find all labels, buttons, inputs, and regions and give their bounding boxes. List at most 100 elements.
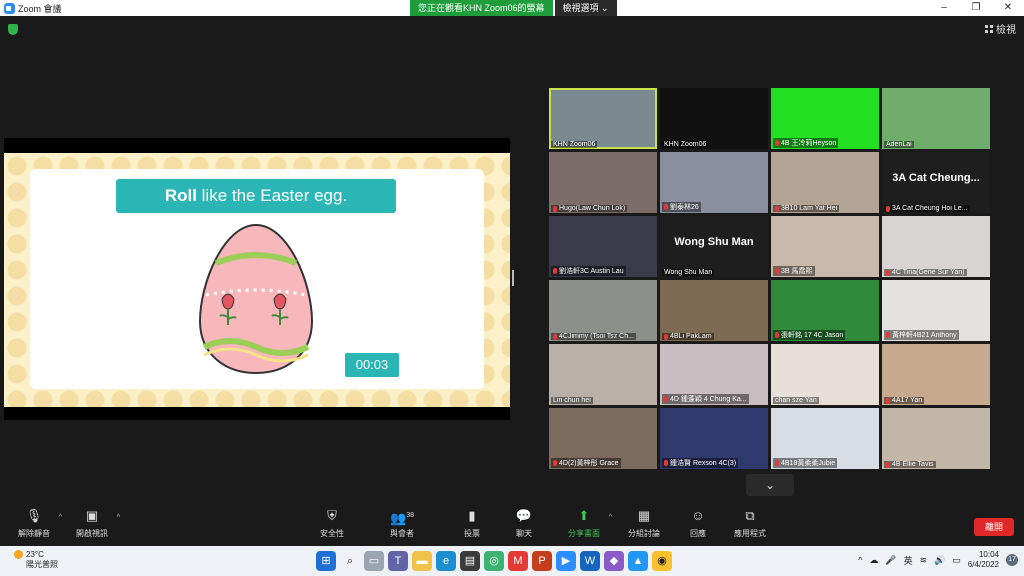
mic-muted-icon [553, 460, 557, 466]
participant-tile[interactable]: 3A Cat Cheung... 3A Cat Cheung Hoi Le... [882, 152, 990, 213]
battery-icon[interactable]: ▭ [952, 555, 961, 566]
participant-name-label: 4B Ellie Tavis [884, 461, 936, 468]
unmute-button[interactable]: 🎙 解除靜音 ^ [4, 506, 64, 539]
close-button[interactable]: ✕ [992, 0, 1024, 16]
view-options-button[interactable]: 檢視選項 ⌄ [554, 0, 617, 16]
participant-name-label: 4B18黃柔柔Jubie [773, 458, 838, 468]
mic-muted-icon [664, 204, 668, 210]
chat-button[interactable]: 💬 聊天 [494, 506, 554, 539]
edge-icon[interactable]: e [436, 551, 456, 571]
participant-tile[interactable]: 劉泰林26 [660, 152, 768, 213]
reactions-label: 回應 [690, 529, 706, 538]
participant-tile[interactable]: AdenLai [882, 88, 990, 149]
participant-tile[interactable]: 3B10 Lam Yat Hei [771, 152, 879, 213]
bar-chart-icon: ▮ [468, 508, 476, 523]
participant-tile[interactable]: Hugo(Law Chun Lok) [549, 152, 657, 213]
wifi-icon[interactable]: ≋ [920, 555, 928, 566]
search-icon[interactable]: ⌕ [340, 551, 360, 571]
share-screen-icon: ⬆ [578, 508, 590, 523]
word-icon[interactable]: W [580, 551, 600, 571]
apps-label: 應用程式 [734, 529, 766, 538]
zoom-taskbar-icon[interactable]: ▶ [556, 551, 576, 571]
participant-display-name: 3A Cat Cheung... [892, 172, 980, 184]
participant-tile[interactable]: 鍾浩賢 Rexson 4C(3) [660, 408, 768, 469]
mic-muted-icon [886, 205, 890, 212]
share-screen-button[interactable]: ⬆ 分享畫面 ^ [554, 506, 614, 539]
participant-name-label: Lin chun hei [551, 397, 593, 404]
ime-indicator[interactable]: 英 [904, 554, 913, 567]
participant-tile[interactable]: 劉浩軒3C Austin Lau [549, 216, 657, 277]
reactions-button[interactable]: ☺ 回應 [668, 506, 728, 539]
participant-tile[interactable]: Lin chun hei [549, 344, 657, 405]
leave-button[interactable]: 離開 [974, 518, 1014, 536]
weather-widget[interactable]: 23°C 陽光普照 [14, 550, 58, 570]
app-icon[interactable]: ◆ [604, 551, 624, 571]
participant-tile[interactable]: 4BLi PakLam [660, 280, 768, 341]
minimize-button[interactable]: – [928, 0, 960, 16]
mic-muted-icon [553, 268, 557, 274]
participant-tile[interactable]: 4CJimmy (Tsoi Tsz Ch... [549, 280, 657, 341]
participant-tile[interactable]: 4A17 Yan [882, 344, 990, 405]
participant-name: 張軒銘 17 4C Jason [781, 332, 844, 339]
task-view-icon[interactable]: ▭ [364, 551, 384, 571]
chrome-icon[interactable]: ◉ [652, 551, 672, 571]
apps-button[interactable]: ⧉ 應用程式 [720, 506, 780, 539]
grid-view-icon [985, 24, 993, 33]
participant-name: KHN Zoom06 [664, 141, 707, 148]
breakout-rooms-button[interactable]: ▦ 分組討論 [614, 506, 674, 539]
notification-badge[interactable]: 17 [1006, 554, 1018, 566]
participant-tile[interactable]: 4D 鍾蓬穎 4 Chung Ka... [660, 344, 768, 405]
start-video-button[interactable]: ▣ 開啟視訊 ^ [62, 506, 122, 539]
participant-tile[interactable]: chan sze Yan [771, 344, 879, 405]
file-explorer-icon[interactable]: ▬ [412, 551, 432, 571]
microphone-icon[interactable]: 🎤 [885, 555, 896, 566]
cloud-icon[interactable]: ☁ [869, 555, 878, 566]
participant-name-label: 3B10 Lam Yat Hei [773, 205, 840, 212]
participant-tile[interactable]: 3B 馬喬熙 [771, 216, 879, 277]
volume-icon[interactable]: 🔊 [934, 555, 945, 566]
clock[interactable]: 10:04 6/4/2022 [968, 550, 999, 570]
participant-tile[interactable]: KHN Zoom06 [660, 88, 768, 149]
participant-name: KHN Zoom06 [553, 141, 596, 148]
mcafee-icon[interactable]: M [508, 551, 528, 571]
participant-name: AdenLai [886, 141, 912, 148]
participant-tile[interactable]: 4B18黃柔柔Jubie [771, 408, 879, 469]
participant-tile[interactable]: 4C Tina(Gene Sur Yan) [882, 216, 990, 277]
chat-label: 聊天 [516, 529, 532, 538]
participant-tile[interactable]: Wong Shu Man Wong Shu Man [660, 216, 768, 277]
mic-muted-icon [664, 396, 668, 402]
panel-resize-handle[interactable] [512, 270, 514, 286]
participant-tile[interactable]: 4D(2)黃梓彤 Grace [549, 408, 657, 469]
chevron-up-icon[interactable]: ^ [858, 555, 862, 565]
view-button[interactable]: 檢視 [985, 21, 1016, 36]
slide-title: Roll like the Easter egg. [116, 179, 396, 213]
participant-tile[interactable]: 4B 王冷莉Heyson [771, 88, 879, 149]
windows-start-icon[interactable]: ⊞ [316, 551, 336, 571]
gallery-scroll-down-button[interactable]: ⌄ [746, 474, 794, 496]
participant-name: 4D(2)黃梓彤 Grace [559, 460, 619, 467]
polls-label: 投票 [464, 529, 480, 538]
polls-button[interactable]: ▮ 投票 [442, 506, 502, 539]
mic-muted-icon [886, 397, 890, 404]
caret-up-icon[interactable]: ^ [609, 514, 612, 521]
maximize-button[interactable]: ❐ [960, 0, 992, 16]
caret-up-icon[interactable]: ^ [117, 514, 120, 521]
participant-tile[interactable]: 黃梓軒4B21 Anthony [882, 280, 990, 341]
weather-desc: 陽光普照 [26, 560, 58, 569]
security-button[interactable]: ⛨ 安全性 [302, 506, 362, 539]
mic-muted-icon [775, 140, 779, 146]
participant-name: 4C Tina(Gene Sur Yan) [892, 269, 965, 276]
participants-button[interactable]: 👥38 與會者 [372, 506, 432, 539]
participant-tile[interactable]: 4B Ellie Tavis [882, 408, 990, 469]
store-icon[interactable]: ▤ [460, 551, 480, 571]
participant-tile[interactable]: 張軒銘 17 4C Jason [771, 280, 879, 341]
app-icon[interactable]: ◎ [484, 551, 504, 571]
app-icon[interactable]: ▲ [628, 551, 648, 571]
mic-muted-icon [553, 333, 557, 340]
mic-muted-icon [775, 268, 779, 274]
security-shield-icon[interactable] [8, 24, 18, 35]
participant-tile[interactable]: KHN Zoom06 [549, 88, 657, 149]
participant-name: 黃梓軒4B21 Anthony [892, 332, 957, 339]
powerpoint-icon[interactable]: P [532, 551, 552, 571]
teams-icon[interactable]: T [388, 551, 408, 571]
